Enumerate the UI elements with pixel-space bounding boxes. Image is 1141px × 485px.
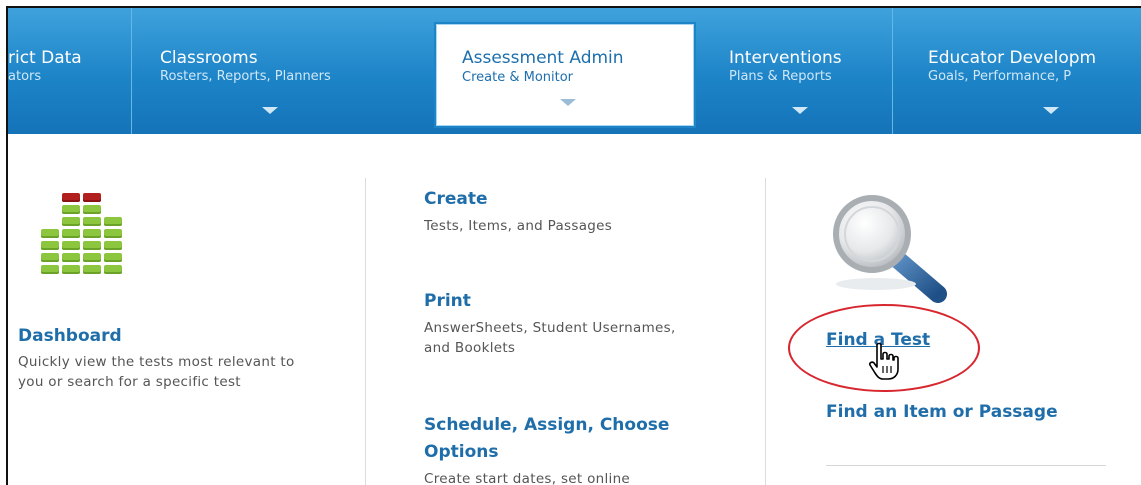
nav-separator	[131, 8, 132, 134]
dashboard-description: Quickly view the tests most relevant to …	[18, 354, 295, 390]
schedule-link[interactable]: Schedule, Assign, Choose Options	[424, 412, 724, 466]
nav-item-assessment-admin[interactable]: Assessment Admin Create & Monitor	[434, 22, 696, 128]
nav-item-classrooms[interactable]: Classrooms Rosters, Reports, Planners	[160, 8, 410, 134]
nav-item-subtitle: Plans & Reports	[729, 69, 832, 84]
nav-item-subtitle: Goals, Performance, P	[928, 69, 1072, 84]
hand-cursor-icon	[869, 342, 899, 380]
chevron-down-icon	[262, 107, 278, 114]
nav-item-subtitle: Create & Monitor	[462, 70, 574, 85]
create-link[interactable]: Create	[424, 189, 488, 209]
create-description: Tests, Items, and Passages	[424, 218, 613, 234]
chevron-down-icon	[792, 107, 808, 114]
nav-item-title: Educator Developm	[928, 48, 1097, 68]
dashboard-link[interactable]: Dashboard	[18, 326, 122, 346]
nav-item-district-data[interactable]: rict Data ators	[8, 8, 82, 134]
schedule-description: Create start dates, set online	[424, 471, 631, 485]
column-divider	[765, 178, 766, 485]
magnifier-icon	[833, 195, 947, 303]
nav-item-title: Assessment Admin	[462, 48, 624, 68]
main-content: Dashboard Quickly view the tests most re…	[8, 134, 1141, 485]
print-link[interactable]: Print	[424, 291, 471, 311]
app-frame: rict Data ators Classrooms Rosters, Repo…	[6, 6, 1141, 485]
column-divider	[365, 178, 366, 485]
main-nav: rict Data ators Classrooms Rosters, Repo…	[8, 8, 1141, 134]
nav-item-title: Interventions	[729, 48, 842, 68]
nav-item-subtitle: Rosters, Reports, Planners	[160, 69, 331, 84]
nav-item-subtitle: ators	[8, 69, 42, 84]
nav-item-title: Classrooms	[160, 48, 258, 68]
find-item-link[interactable]: Find an Item or Passage	[826, 402, 1058, 422]
nav-item-interventions[interactable]: Interventions Plans & Reports	[729, 8, 889, 134]
nav-item-title: rict Data	[8, 48, 82, 68]
chevron-down-icon	[560, 99, 576, 106]
print-description: AnswerSheets, Student Usernames, and Boo…	[424, 320, 676, 356]
nav-item-educator-development[interactable]: Educator Developm Goals, Performance, P	[928, 8, 1141, 134]
chevron-down-icon	[1043, 107, 1059, 114]
section-divider	[826, 465, 1106, 466]
nav-separator	[892, 8, 893, 134]
